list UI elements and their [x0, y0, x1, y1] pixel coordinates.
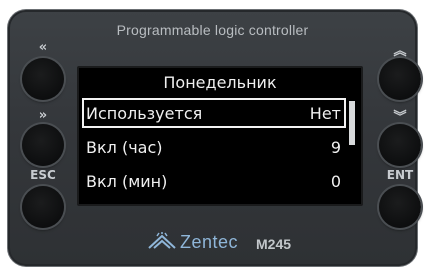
left-button[interactable] — [22, 58, 64, 100]
ent-label: ENT — [386, 168, 414, 182]
row-label: Вкл (час) — [86, 138, 163, 157]
row-value: 9 — [330, 138, 341, 157]
menu-row-on-minute[interactable]: Вкл (мин) 0 — [82, 166, 346, 196]
model-name: M245 — [256, 236, 292, 252]
scroll-thumb — [349, 101, 355, 145]
menu-row-used[interactable]: Используется Нет — [82, 98, 346, 128]
row-label: Вкл (мин) — [86, 172, 168, 191]
ent-button[interactable] — [379, 186, 421, 228]
lcd-screen: Понедельник Используется Нет Вкл (час) 9… — [77, 66, 363, 206]
row-value: 0 — [330, 172, 341, 191]
device-title: Programmable logic controller — [116, 22, 309, 38]
zentec-logo-icon — [148, 232, 176, 249]
row-value: Нет — [309, 104, 341, 123]
scrollbar — [349, 98, 355, 198]
double-left-icon: « — [38, 40, 48, 55]
menu-row-on-hour[interactable]: Вкл (час) 9 — [82, 132, 346, 162]
row-label: Используется — [86, 104, 203, 123]
brand-name: Zentec — [180, 232, 239, 252]
up-button[interactable] — [379, 58, 421, 100]
esc-label: ESC — [30, 168, 56, 182]
esc-button[interactable] — [22, 186, 64, 228]
double-right-icon: » — [38, 108, 48, 123]
screen-title: Понедельник — [163, 73, 277, 92]
down-button[interactable] — [379, 124, 421, 166]
right-button[interactable] — [22, 124, 64, 166]
double-down-icon: ︾ — [393, 110, 407, 125]
double-up-icon: ︽ — [393, 44, 407, 59]
